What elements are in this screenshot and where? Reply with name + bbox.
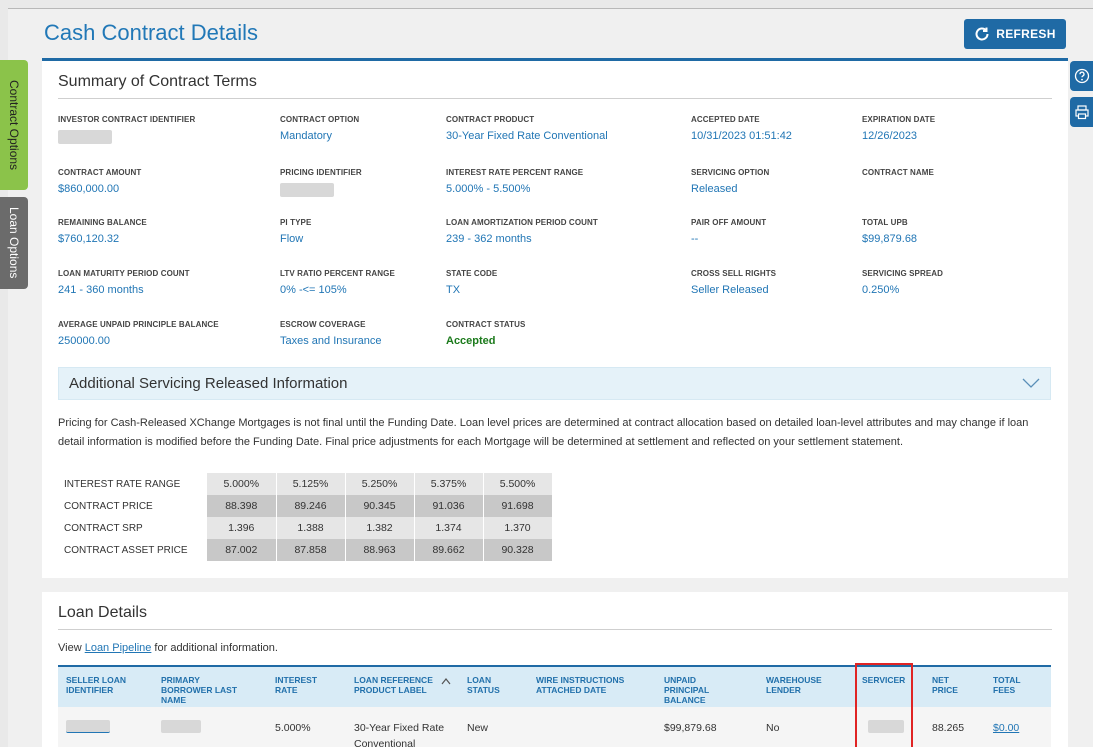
- col-product-label[interactable]: LOAN REFERENCE PRODUCT LABEL: [354, 675, 434, 695]
- field-escrow-coverage: ESCROW COVERAGE Taxes and Insurance: [280, 320, 382, 347]
- cell-warehouse-lender: No: [766, 722, 780, 734]
- tab-contract-options-label: Contract Options: [7, 79, 21, 171]
- field-investor-contract-identifier: INVESTOR CONTRACT IDENTIFIER: [58, 115, 195, 144]
- page-container: Cash Contract Details REFRESH Summary of…: [8, 9, 1093, 747]
- col-seller-loan-id[interactable]: SELLER LOAN IDENTIFIER: [66, 675, 136, 695]
- cell-borrower-last-name: [161, 720, 201, 738]
- redacted-value: [161, 720, 201, 733]
- field-contract-option: CONTRACT OPTION Mandatory: [280, 115, 360, 142]
- additional-info-accordion[interactable]: Additional Servicing Released Informatio…: [58, 367, 1051, 400]
- field-average-unpaid-balance: AVERAGE UNPAID PRINCIPLE BALANCE 250000.0…: [58, 320, 219, 347]
- refresh-label: REFRESH: [996, 27, 1056, 41]
- print-icon: [1074, 105, 1089, 120]
- col-borrower-last-name[interactable]: PRIMARY BORROWER LAST NAME: [161, 675, 251, 705]
- field-state-code: STATE CODE TX: [446, 269, 498, 296]
- summary-divider: [58, 98, 1052, 99]
- field-servicing-option: SERVICING OPTION Released: [691, 168, 770, 195]
- refresh-icon: [975, 27, 989, 41]
- refresh-button[interactable]: REFRESH: [964, 19, 1066, 49]
- field-interest-rate-range: INTEREST RATE PERCENT RANGE 5.000% - 5.50…: [446, 168, 584, 195]
- field-accepted-date: ACCEPTED DATE 10/31/2023 01:51:42: [691, 115, 792, 142]
- cell-loan-status: New: [467, 722, 489, 734]
- summary-card: Summary of Contract Terms INVESTOR CONTR…: [42, 58, 1068, 578]
- col-loan-status[interactable]: LOAN STATUS: [467, 675, 507, 695]
- table-row: CONTRACT ASSET PRICE 87.002 87.858 88.96…: [58, 539, 553, 561]
- servicer-highlight-box: [855, 663, 913, 747]
- field-contract-name: CONTRACT NAME: [862, 168, 934, 177]
- pipeline-text: View Loan Pipeline for additional inform…: [58, 642, 278, 654]
- field-contract-status: CONTRACT STATUS Accepted: [446, 320, 526, 347]
- pricing-disclaimer: Pricing for Cash-Released XChange Mortga…: [58, 417, 1029, 448]
- field-remaining-balance: REMAINING BALANCE $760,120.32: [58, 218, 147, 245]
- redacted-value: [280, 183, 334, 197]
- field-servicing-spread: SERVICING SPREAD 0.250%: [862, 269, 944, 296]
- field-cross-sell-rights: CROSS SELL RIGHTS Seller Released: [691, 269, 777, 296]
- summary-title: Summary of Contract Terms: [58, 73, 257, 90]
- help-icon: [1074, 68, 1089, 84]
- pricing-table: INTEREST RATE RANGE 5.000% 5.125% 5.250%…: [58, 473, 553, 561]
- chevron-down-icon: [1022, 378, 1040, 388]
- loan-details-title: Loan Details: [58, 604, 147, 621]
- col-interest-rate[interactable]: INTEREST RATE: [275, 675, 325, 695]
- table-row: CONTRACT PRICE 88.398 89.246 90.345 91.0…: [58, 495, 553, 517]
- cell-unpaid-balance: $99,879.68: [664, 722, 717, 734]
- status-badge: Accepted: [446, 335, 496, 347]
- loan-details-card: Loan Details View Loan Pipeline for addi…: [42, 592, 1068, 747]
- loan-details-divider: [58, 629, 1052, 630]
- field-total-upb: TOTAL UPB $99,879.68: [862, 218, 918, 245]
- field-contract-amount: CONTRACT AMOUNT $860,000.00: [58, 168, 142, 195]
- col-warehouse-lender[interactable]: WAREHOUSE LENDER: [766, 675, 836, 695]
- cell-product-label: 30-Year Fixed Rate Conventional: [354, 722, 445, 747]
- field-amortization-period: LOAN AMORTIZATION PERIOD COUNT 239 - 362 …: [446, 218, 598, 245]
- redacted-value: [58, 130, 112, 144]
- field-pair-off-amount: PAIR OFF AMOUNT --: [691, 218, 767, 245]
- field-ltv-ratio-range: LTV RATIO PERCENT RANGE 0% -<= 105%: [280, 269, 395, 296]
- col-wire-date[interactable]: WIRE INSTRUCTIONS ATTACHED DATE: [536, 675, 636, 695]
- page-title: Cash Contract Details: [44, 20, 258, 45]
- field-expiration-date: EXPIRATION DATE 12/26/2023: [862, 115, 936, 142]
- tab-loan-options[interactable]: Loan Options: [0, 197, 28, 289]
- field-pi-type: PI TYPE Flow: [280, 218, 312, 245]
- col-total-fees[interactable]: TOTAL FEES: [993, 675, 1033, 695]
- redacted-value: [66, 720, 110, 733]
- cell-total-fees[interactable]: $0.00: [993, 720, 1019, 736]
- cell-seller-loan-id[interactable]: [66, 720, 110, 738]
- help-button[interactable]: [1070, 61, 1093, 91]
- total-fees-link[interactable]: $0.00: [993, 722, 1019, 734]
- sort-up-icon[interactable]: [441, 677, 451, 685]
- cell-interest-rate: 5.000%: [275, 722, 311, 734]
- print-button[interactable]: [1070, 97, 1093, 127]
- cell-net-price: 88.265: [932, 722, 965, 734]
- col-unpaid-balance[interactable]: UNPAID PRINCIPAL BALANCE: [664, 675, 734, 705]
- loan-pipeline-link[interactable]: Loan Pipeline: [85, 642, 152, 654]
- table-row: INTEREST RATE RANGE 5.000% 5.125% 5.250%…: [58, 473, 553, 495]
- tab-contract-options[interactable]: Contract Options: [0, 60, 28, 190]
- col-net-price[interactable]: NET PRICE: [932, 675, 972, 695]
- tab-loan-options-label: Loan Options: [7, 207, 21, 279]
- table-row: CONTRACT SRP 1.396 1.388 1.382 1.374 1.3…: [58, 517, 553, 539]
- field-pricing-identifier: PRICING IDENTIFIER: [280, 168, 362, 197]
- accordion-title: Additional Servicing Released Informatio…: [69, 375, 348, 392]
- field-loan-maturity-period: LOAN MATURITY PERIOD COUNT 241 - 360 mont…: [58, 269, 190, 296]
- field-contract-product: CONTRACT PRODUCT 30-Year Fixed Rate Conve…: [446, 115, 608, 142]
